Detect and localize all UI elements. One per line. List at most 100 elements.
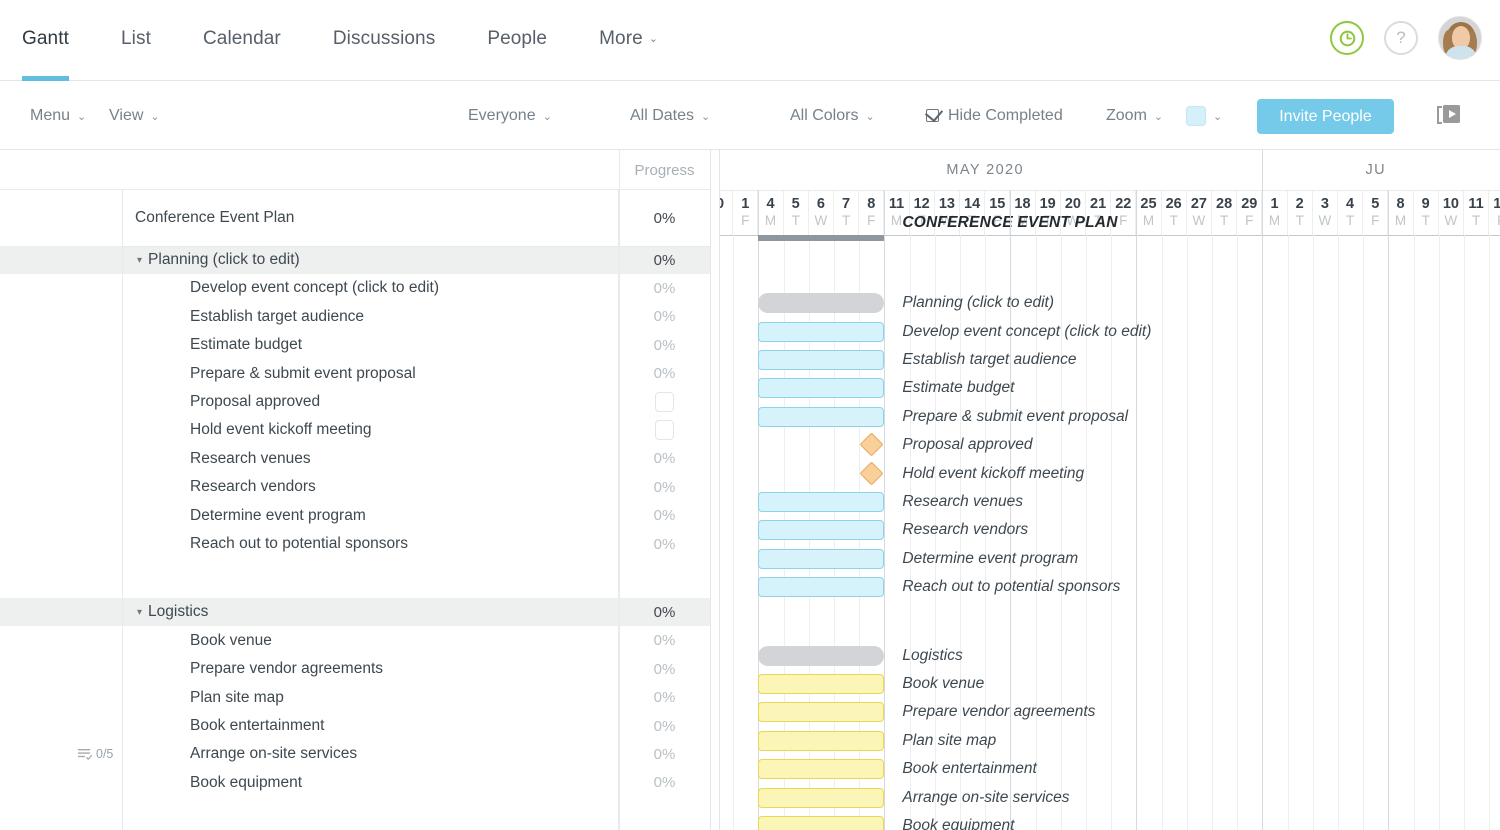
gantt-task-bar[interactable]: [758, 492, 884, 512]
nav-tab-calendar[interactable]: Calendar: [203, 0, 281, 81]
gantt-milestone-diamond[interactable]: [860, 433, 884, 457]
gantt-summary-bar[interactable]: [758, 293, 884, 313]
task-name-cell[interactable]: Book entertainment: [123, 712, 619, 740]
milestone-checkbox[interactable]: [655, 392, 674, 412]
menu-dropdown[interactable]: Menu ⌄: [30, 81, 86, 150]
progress-cell[interactable]: 0%: [619, 712, 710, 740]
gantt-task-bar[interactable]: [758, 759, 884, 779]
task-name-cell[interactable]: ▾Planning (click to edit): [123, 246, 619, 274]
task-name-cell[interactable]: Research vendors: [123, 473, 619, 501]
project-summary-bar[interactable]: [758, 235, 884, 241]
gantt-task-bar[interactable]: [758, 322, 884, 342]
gantt-summary-bar[interactable]: [758, 646, 884, 666]
table-row[interactable]: Book venue0%: [0, 627, 710, 655]
progress-cell[interactable]: [619, 416, 710, 444]
zoom-dropdown[interactable]: Zoom ⌄: [1106, 81, 1163, 150]
everyone-filter-dropdown[interactable]: Everyone ⌄: [468, 81, 552, 150]
collapse-triangle-icon[interactable]: ▾: [137, 255, 142, 266]
progress-cell[interactable]: 0%: [619, 445, 710, 473]
checklist-badge[interactable]: 0/5: [78, 747, 113, 761]
table-row[interactable]: Book entertainment0%: [0, 712, 710, 740]
checkbox-checked-icon[interactable]: [926, 109, 939, 122]
progress-cell[interactable]: 0%: [619, 360, 710, 388]
gantt-task-bar[interactable]: [758, 350, 884, 370]
task-name-cell[interactable]: Book equipment: [123, 769, 619, 797]
table-row[interactable]: Prepare & submit event proposal0%: [0, 360, 710, 388]
help-icon[interactable]: ?: [1384, 21, 1418, 55]
task-name-cell[interactable]: Establish target audience: [123, 303, 619, 331]
gantt-task-bar[interactable]: [758, 520, 884, 540]
progress-cell[interactable]: 0%: [619, 598, 710, 626]
nav-tab-discussions[interactable]: Discussions: [333, 0, 435, 81]
table-row[interactable]: Determine event program0%: [0, 502, 710, 530]
gantt-task-bar[interactable]: [758, 788, 884, 808]
table-row[interactable]: Prepare vendor agreements0%: [0, 655, 710, 683]
color-swatch-icon[interactable]: [1186, 106, 1206, 126]
gantt-task-bar[interactable]: [758, 577, 884, 597]
task-name-cell[interactable]: Develop event concept (click to edit): [123, 274, 619, 302]
task-name-cell[interactable]: Reach out to potential sponsors: [123, 530, 619, 558]
all-dates-filter-dropdown[interactable]: All Dates ⌄: [630, 81, 710, 150]
task-name-cell[interactable]: Book venue: [123, 627, 619, 655]
table-row[interactable]: Plan site map0%: [0, 684, 710, 712]
table-row[interactable]: Proposal approved: [0, 388, 710, 416]
gantt-task-bar[interactable]: [758, 549, 884, 569]
milestone-checkbox[interactable]: [655, 420, 674, 440]
table-row[interactable]: Establish target audience0%: [0, 303, 710, 331]
gantt-task-bar[interactable]: [758, 816, 884, 830]
progress-cell[interactable]: 0%: [619, 246, 710, 274]
task-name-cell[interactable]: ▾Logistics: [123, 598, 619, 626]
gantt-milestone-diamond[interactable]: [860, 461, 884, 485]
project-row[interactable]: Conference Event Plan0%: [0, 190, 710, 246]
progress-cell[interactable]: 0%: [619, 303, 710, 331]
task-group-row[interactable]: ▾Logistics0%: [0, 598, 710, 626]
progress-cell[interactable]: 0%: [619, 331, 710, 359]
table-row[interactable]: Reach out to potential sponsors0%: [0, 530, 710, 558]
view-dropdown[interactable]: View ⌄: [109, 81, 160, 150]
progress-cell[interactable]: 0%: [619, 740, 710, 768]
nav-tab-people[interactable]: People: [487, 0, 547, 81]
gantt-task-bar[interactable]: [758, 378, 884, 398]
task-name-cell[interactable]: Research venues: [123, 445, 619, 473]
task-name-cell[interactable]: Conference Event Plan: [123, 190, 619, 246]
progress-cell[interactable]: [619, 388, 710, 416]
all-colors-filter-dropdown[interactable]: All Colors ⌄: [790, 81, 875, 150]
progress-cell[interactable]: 0%: [619, 769, 710, 797]
task-name-cell[interactable]: Hold event kickoff meeting: [123, 416, 619, 444]
nav-tab-more[interactable]: More⌄: [599, 0, 658, 81]
gantt-task-bar[interactable]: [758, 407, 884, 427]
table-row[interactable]: Book equipment0%: [0, 769, 710, 797]
task-name-cell[interactable]: Estimate budget: [123, 331, 619, 359]
gantt-task-bar[interactable]: [758, 731, 884, 751]
color-swatch-dropdown[interactable]: ⌄: [1184, 81, 1222, 150]
table-row[interactable]: Arrange on-site services0% 0/5: [0, 740, 710, 768]
task-name-cell[interactable]: Plan site map: [123, 684, 619, 712]
progress-cell[interactable]: 0%: [619, 190, 710, 246]
gantt-task-bar[interactable]: [758, 702, 884, 722]
task-name-cell[interactable]: Proposal approved: [123, 388, 619, 416]
task-name-cell[interactable]: Prepare vendor agreements: [123, 655, 619, 683]
task-name-cell[interactable]: Determine event program: [123, 502, 619, 530]
invite-people-button[interactable]: Invite People: [1257, 99, 1394, 134]
task-name-cell[interactable]: Arrange on-site services: [123, 740, 619, 768]
progress-cell[interactable]: 0%: [619, 502, 710, 530]
progress-cell[interactable]: 0%: [619, 473, 710, 501]
progress-cell[interactable]: 0%: [619, 655, 710, 683]
table-row[interactable]: Hold event kickoff meeting: [0, 416, 710, 444]
task-name-cell[interactable]: Prepare & submit event proposal: [123, 360, 619, 388]
progress-cell[interactable]: 0%: [619, 274, 710, 302]
pane-splitter[interactable]: [710, 150, 720, 830]
table-row[interactable]: Estimate budget0%: [0, 331, 710, 359]
nav-tab-list[interactable]: List: [121, 0, 151, 81]
gantt-task-bar[interactable]: [758, 674, 884, 694]
progress-cell[interactable]: 0%: [619, 684, 710, 712]
task-group-row[interactable]: ▾Planning (click to edit)0%: [0, 246, 710, 274]
table-row[interactable]: Develop event concept (click to edit)0%: [0, 274, 710, 302]
time-tracking-icon[interactable]: [1330, 21, 1364, 55]
progress-cell[interactable]: 0%: [619, 530, 710, 558]
media-library-icon[interactable]: [1435, 103, 1463, 134]
table-row[interactable]: Research vendors0%: [0, 473, 710, 501]
collapse-triangle-icon[interactable]: ▾: [137, 607, 142, 618]
user-avatar[interactable]: [1438, 16, 1482, 60]
nav-tab-gantt[interactable]: Gantt: [22, 0, 69, 81]
